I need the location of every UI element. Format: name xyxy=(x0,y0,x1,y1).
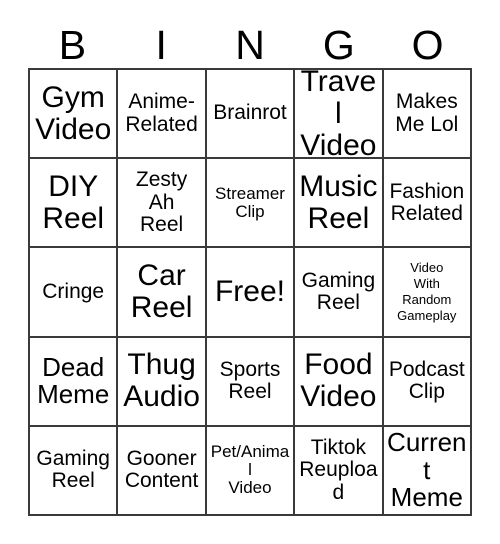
bingo-cell-r2c3[interactable]: Streamer Clip xyxy=(206,159,296,249)
bingo-cell-r5c3[interactable]: Pet/Animal Video xyxy=(206,426,296,516)
bingo-header-letter-b: B xyxy=(58,21,87,68)
bingo-cell-label: Travel Video xyxy=(300,70,377,160)
bingo-cell-label: Brainrot xyxy=(213,101,287,125)
bingo-cell-r5c1[interactable]: Gaming Reel xyxy=(30,426,119,516)
bingo-cell-label: Thug Audio xyxy=(123,348,200,414)
bingo-header-letter-n: N xyxy=(235,21,265,68)
bingo-grid: Gym Video Anime- Related Brainrot Travel Vi… xyxy=(28,68,472,516)
bingo-cell-label: DIY Reel xyxy=(42,169,105,235)
bingo-cell-r5c4[interactable]: Tiktok Reupload xyxy=(295,426,384,516)
bingo-cell-r2c4[interactable]: Music Reel xyxy=(295,159,384,249)
bingo-cell-r5c5[interactable]: Current Meme xyxy=(383,426,472,516)
bingo-cell-r4c5[interactable]: Podcast Clip xyxy=(383,337,472,427)
bingo-cell-label: Food Video xyxy=(300,348,377,414)
bingo-header-letter-o: O xyxy=(411,21,444,68)
bingo-free-space[interactable]: Free! xyxy=(206,248,296,338)
bingo-cell-label: Gym Video xyxy=(35,80,112,146)
bingo-cell-r3c4[interactable]: Gaming Reel xyxy=(295,248,384,338)
bingo-cell-label: Anime- Related xyxy=(125,90,198,136)
bingo-cell-r3c5[interactable]: Video With Random Gameplay xyxy=(383,248,472,338)
bingo-cell-r4c4[interactable]: Food Video xyxy=(295,337,384,427)
bingo-cell-label: Music Reel xyxy=(299,169,378,235)
bingo-cell-r1c1[interactable]: Gym Video xyxy=(30,70,119,160)
bingo-cell-label: Streamer Clip xyxy=(215,183,285,221)
bingo-header: BINGO xyxy=(28,22,472,68)
bingo-cell-r1c4[interactable]: Travel Video xyxy=(295,70,384,160)
bingo-cell-label: Makes Me Lol xyxy=(395,90,459,136)
bingo-header-letter-i: I xyxy=(155,21,167,68)
bingo-cell-label: Dead Meme xyxy=(37,351,110,410)
bingo-cell-label: Gooner Content xyxy=(124,447,199,493)
bingo-cell-r3c2[interactable]: Car Reel xyxy=(118,248,207,338)
bingo-cell-label: Fashion Related xyxy=(389,179,465,225)
bingo-cell-label: Free! xyxy=(214,275,285,309)
bingo-cell-label: Tiktok Reupload xyxy=(299,436,378,504)
bingo-cell-label: Current Meme xyxy=(387,427,467,513)
bingo-card: B I N G O Gym Video Anime- Related Brainrot Tra… xyxy=(0,0,500,544)
bingo-cell-r4c1[interactable]: Dead Meme xyxy=(30,337,119,427)
bingo-cell-r5c2[interactable]: Gooner Content xyxy=(118,426,207,516)
bingo-cell-r4c2[interactable]: Thug Audio xyxy=(118,337,207,427)
bingo-cell-r2c2[interactable]: Zesty Ah Reel xyxy=(118,159,207,249)
bingo-cell-label: Podcast Clip xyxy=(388,357,465,404)
bingo-cell-label: Gaming Reel xyxy=(36,447,110,493)
bingo-cell-r3c1[interactable]: Cringe xyxy=(30,248,119,338)
bingo-cell-r1c5[interactable]: Makes Me Lol xyxy=(383,70,472,160)
bingo-cell-label: Gaming Reel xyxy=(301,268,376,314)
bingo-cell-r2c1[interactable]: DIY Reel xyxy=(30,159,119,249)
bingo-cell-label: Pet/Animal Video xyxy=(210,442,290,498)
bingo-cell-label: Sports Reel xyxy=(219,357,281,404)
bingo-cell-label: Cringe xyxy=(42,279,105,303)
bingo-header-letter-g: G xyxy=(322,21,355,68)
bingo-cell-r4c3[interactable]: Sports Reel xyxy=(206,337,296,427)
bingo-cell-label: Car Reel xyxy=(130,259,193,324)
bingo-cell-r2c5[interactable]: Fashion Related xyxy=(383,159,472,249)
bingo-cell-label: Zesty Ah Reel xyxy=(135,168,188,236)
bingo-cell-r1c2[interactable]: Anime- Related xyxy=(118,70,207,160)
bingo-cell-label: Video With Random Gameplay xyxy=(397,260,457,323)
bingo-cell-r1c3[interactable]: Brainrot xyxy=(206,70,296,160)
